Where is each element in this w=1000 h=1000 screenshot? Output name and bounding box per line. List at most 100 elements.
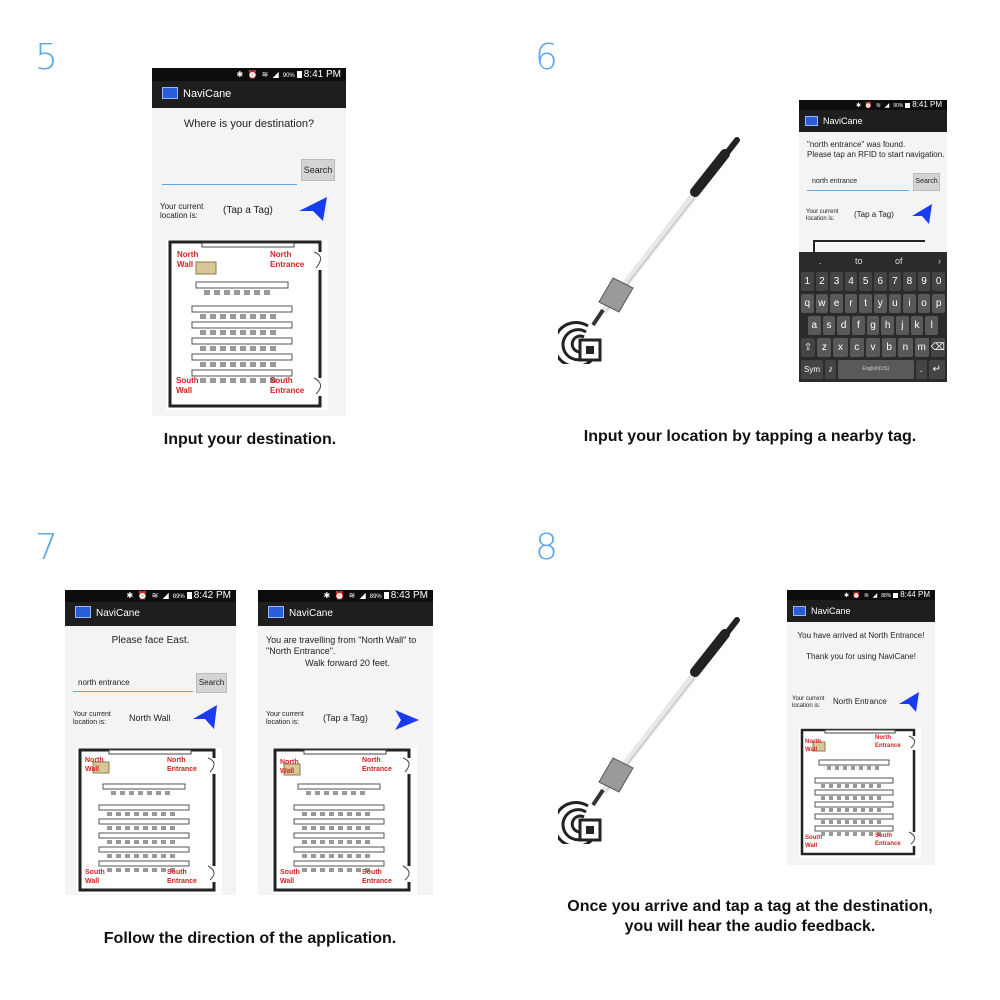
key[interactable]: e [830, 294, 843, 313]
key[interactable]: 1 [801, 272, 814, 291]
step-number-8: 8 [535, 527, 558, 568]
label-line: location is: [792, 703, 821, 709]
key[interactable]: p [932, 294, 945, 313]
key[interactable]: w [815, 294, 829, 313]
key[interactable]: j [896, 316, 909, 335]
destination-input[interactable]: north entrance [73, 678, 193, 692]
enter-icon[interactable]: ↵ [928, 360, 945, 379]
key[interactable]: r [844, 294, 858, 313]
key[interactable]: k [910, 316, 924, 335]
current-location-label: Your current location is: [160, 202, 203, 220]
current-location-value: North Entrance [833, 697, 887, 706]
current-location-label: Your current location is: [806, 209, 838, 223]
walk-instruction: Walk forward 20 feet. [305, 658, 390, 668]
app-title: NaviCane [811, 606, 851, 616]
step-5-caption: Input your destination. [163, 431, 337, 448]
key[interactable]: l [925, 316, 939, 335]
app-title: NaviCane [823, 116, 863, 126]
key[interactable]: d [837, 316, 851, 335]
key[interactable]: n [898, 338, 913, 357]
phone-screen-step8: ✱ ⏰ ≋ ◢ 88% 8:44 PM NaviCane You have arri… [787, 590, 935, 865]
app-bar: NaviCane [799, 110, 947, 132]
battery-percent: 89% [369, 594, 382, 600]
chevron-right-icon[interactable]: › [938, 252, 941, 270]
key[interactable]: m [914, 338, 929, 357]
key[interactable]: 7 [888, 272, 902, 291]
key[interactable]: t [859, 294, 872, 313]
search-button[interactable]: Search [301, 159, 335, 181]
suggestion[interactable]: of [895, 252, 903, 270]
app-bar: NaviCane [152, 81, 346, 108]
app-title: NaviCane [96, 608, 140, 619]
search-button[interactable]: Search [196, 673, 227, 693]
status-time: 8:41 PM [303, 69, 341, 80]
backspace-key[interactable]: ⌫ [930, 338, 945, 357]
label-line: Your current [73, 711, 111, 718]
search-button[interactable]: Search [913, 173, 940, 191]
key[interactable]: b [882, 338, 897, 357]
app-bar: NaviCane [258, 602, 433, 626]
key[interactable]: i [903, 294, 916, 313]
status-bar: ✱ ⏰ ≋ ◢ 89% 8:42 PM [65, 590, 236, 602]
key[interactable]: z [817, 338, 832, 357]
mic-icon[interactable]: ♪ [824, 360, 836, 379]
key[interactable]: q [801, 294, 814, 313]
key[interactable]: c [849, 338, 864, 357]
key[interactable]: h [881, 316, 895, 335]
map-label-north-entrance: North Entrance [270, 250, 305, 269]
key[interactable]: a [808, 316, 821, 335]
map-label-north-entrance: North Entrance [362, 757, 392, 773]
key[interactable]: 2 [815, 272, 829, 291]
message-line: "North Entrance". [266, 646, 336, 656]
key[interactable]: y [873, 294, 887, 313]
space-key[interactable]: English(US) [837, 360, 914, 379]
key[interactable]: 8 [903, 272, 916, 291]
step-number-5: 5 [35, 37, 58, 78]
status-bar: ✱ ⏰ ≋ ◢ 90% 8:41 PM [799, 100, 947, 110]
direction-arrow-icon [899, 692, 919, 712]
destination-input[interactable]: north entrance [807, 178, 909, 191]
key[interactable]: u [888, 294, 902, 313]
key[interactable]: 5 [859, 272, 872, 291]
direction-arrow-icon [193, 705, 217, 729]
current-location-value: (Tap a Tag) [323, 713, 368, 723]
key[interactable]: s [822, 316, 836, 335]
battery-percent: 90% [893, 103, 904, 109]
direction-arrow-icon [299, 197, 327, 221]
key[interactable]: 4 [844, 272, 858, 291]
message-line: Please tap an RFID to start navigation. [807, 150, 945, 159]
status-bar: ✱ ⏰ ≋ ◢ 89% 8:43 PM [258, 590, 433, 602]
destination-input[interactable] [162, 171, 297, 185]
key[interactable]: o [917, 294, 931, 313]
key[interactable]: f [852, 316, 865, 335]
status-time: 8:44 PM [900, 590, 930, 599]
key[interactable]: g [866, 316, 880, 335]
map-label-north-wall: North Wall [85, 757, 104, 773]
direction-arrow-icon [912, 204, 932, 224]
app-logo-icon [793, 606, 806, 616]
app-bar: NaviCane [787, 600, 935, 622]
key[interactable]: v [865, 338, 881, 357]
status-time: 8:41 PM [912, 100, 942, 109]
label-line: Your current [160, 202, 204, 211]
shift-key[interactable]: ⇧ [801, 338, 816, 357]
key[interactable]: 0 [932, 272, 945, 291]
period-key[interactable]: . [915, 360, 927, 379]
map-label-south-entrance: South Entrance [875, 833, 901, 847]
current-location-value: North Wall [129, 713, 171, 723]
key[interactable]: 9 [917, 272, 931, 291]
key[interactable]: x [833, 338, 848, 357]
app-title: NaviCane [289, 608, 333, 619]
keyboard: . to of › 1234567890 qwertyuiop asdfghjk… [799, 252, 947, 382]
key[interactable]: 6 [873, 272, 887, 291]
suggestion[interactable]: . [819, 252, 822, 270]
key[interactable]: 3 [830, 272, 843, 291]
suggestion[interactable]: to [855, 252, 863, 270]
map-label-north-wall: North Wall [177, 250, 199, 269]
status-bar: ✱ ⏰ ≋ ◢ 88% 8:44 PM [787, 590, 935, 600]
sym-key[interactable]: Sym [801, 360, 823, 379]
phone-screen-step7a: ✱ ⏰ ≋ ◢ 89% 8:42 PM NaviCane Please face E… [65, 590, 236, 895]
step-6-caption: Input your location by tapping a nearby … [583, 428, 917, 445]
battery-percent: 90% [282, 73, 295, 79]
map-label-north-entrance: North Entrance [167, 757, 197, 773]
